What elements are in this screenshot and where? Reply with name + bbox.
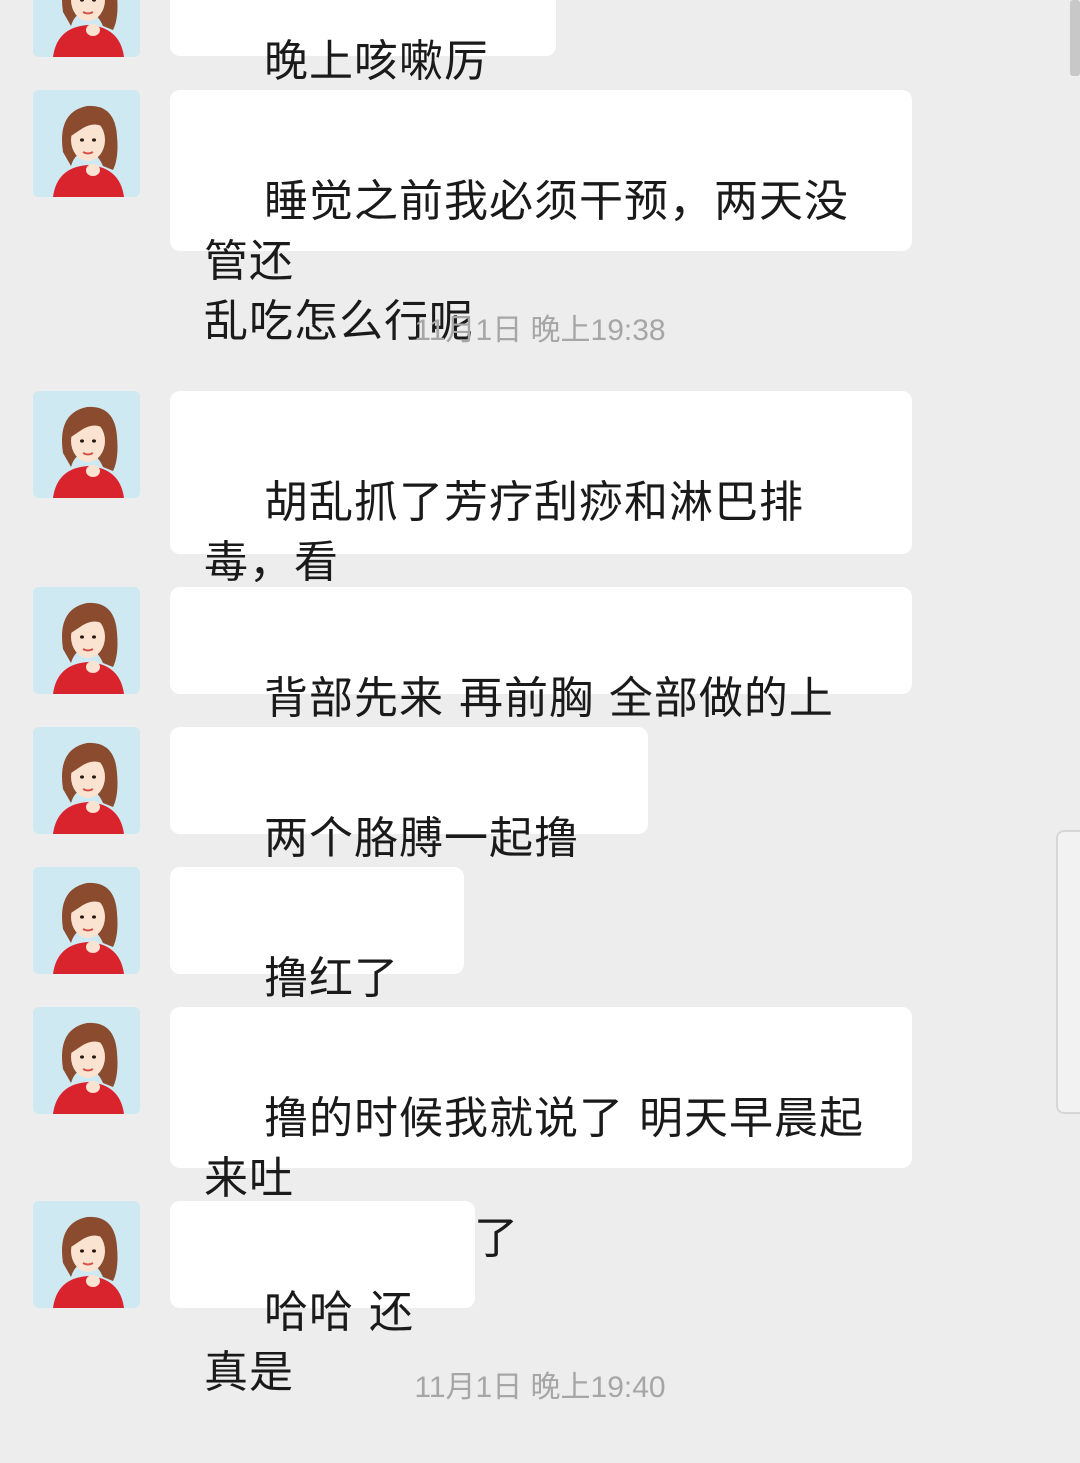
woman-avatar-icon bbox=[33, 0, 140, 57]
message-bubble[interactable]: 背部先来 再前胸 全部做的上痰法 bbox=[170, 587, 912, 784]
woman-avatar-icon bbox=[33, 727, 140, 834]
avatar[interactable] bbox=[33, 867, 140, 974]
timestamp: 11月1日 晚上19:40 bbox=[414, 1371, 666, 1404]
message-bubble[interactable]: 哈哈 还真是 bbox=[170, 1201, 475, 1398]
scrollbar[interactable] bbox=[1070, 0, 1080, 76]
message-bubble[interactable]: 睡觉之前我必须干预，两天没管还 乱吃怎么行呢 bbox=[170, 90, 912, 347]
avatar[interactable] bbox=[33, 1007, 140, 1114]
message-bubble[interactable]: 撸红了睡觉 bbox=[170, 867, 464, 1064]
message-bubble[interactable]: 晚上咳嗽厉害了 bbox=[170, 0, 556, 147]
woman-avatar-icon bbox=[33, 867, 140, 974]
side-drawer-handle[interactable] bbox=[1056, 830, 1080, 1114]
avatar[interactable] bbox=[33, 90, 140, 197]
avatar[interactable] bbox=[33, 391, 140, 498]
avatar[interactable] bbox=[33, 587, 140, 694]
avatar[interactable] bbox=[33, 727, 140, 834]
timestamp: 11月1日 晚上19:38 bbox=[414, 314, 666, 347]
message-bubble[interactable]: 胡乱抓了芳疗刮痧和淋巴排毒，看 看桂花还有，必须加上 bbox=[170, 391, 912, 648]
woman-avatar-icon bbox=[33, 1007, 140, 1114]
avatar[interactable] bbox=[33, 1201, 140, 1308]
woman-avatar-icon bbox=[33, 587, 140, 694]
woman-avatar-icon bbox=[33, 1201, 140, 1308]
avatar[interactable] bbox=[33, 0, 140, 57]
woman-avatar-icon bbox=[33, 90, 140, 197]
message-bubble[interactable]: 两个胳膊一起撸一遍 bbox=[170, 727, 648, 924]
woman-avatar-icon bbox=[33, 391, 140, 498]
message-bubble[interactable]: 撸的时候我就说了 明天早晨起来吐 吐痰估计就好了 bbox=[170, 1007, 912, 1264]
